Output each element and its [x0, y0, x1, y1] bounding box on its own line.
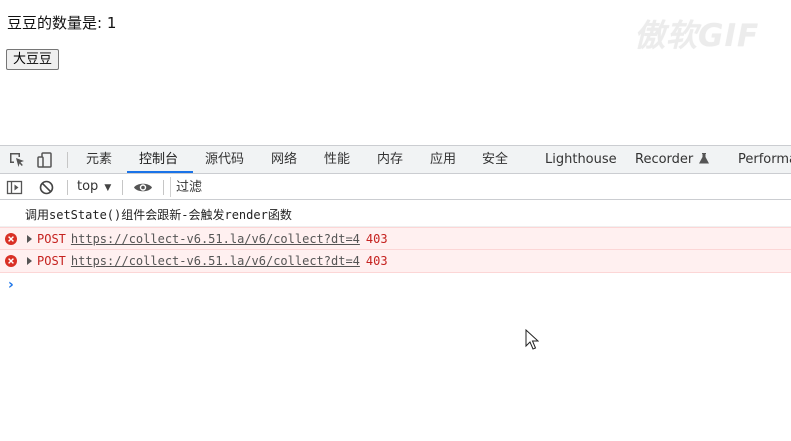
experiment-flask-icon — [699, 153, 710, 164]
tab-application[interactable]: 应用 — [430, 146, 456, 174]
tab-lighthouse[interactable]: Lighthouse — [545, 146, 617, 174]
error-url-link[interactable]: https://collect-v6.51.la/v6/collect?dt=4 — [71, 254, 360, 268]
console-log-message: 调用setState()组件会跟新-会触发render函数 — [0, 204, 791, 227]
error-status: 403 — [365, 232, 388, 246]
inspect-element-icon[interactable] — [8, 151, 26, 169]
tab-recorder-label: Recorder — [635, 152, 694, 167]
tab-performance[interactable]: 性能 — [324, 146, 350, 174]
active-tab-indicator — [127, 171, 193, 173]
toolbar-separator — [122, 180, 123, 195]
console-output: 调用setState()组件会跟新-会触发render函数 POST https:… — [0, 204, 791, 295]
tab-performance-insights[interactable]: Performa — [738, 146, 791, 174]
watermark-logo: 傲软GIF — [634, 18, 760, 54]
context-selector-value: top — [77, 179, 99, 194]
dropdown-arrow-icon: ▼ — [104, 183, 112, 193]
prompt-chevron-icon: › — [8, 277, 14, 293]
big-bean-button[interactable]: 大豆豆 — [6, 49, 60, 70]
eye-icon[interactable] — [133, 179, 153, 196]
error-method: POST — [37, 254, 66, 268]
expand-arrow-icon[interactable] — [27, 235, 32, 243]
toolbar-separator — [163, 180, 164, 195]
console-prompt[interactable]: › — [0, 273, 791, 295]
console-error-row[interactable]: POST https://collect-v6.51.la/v6/collect?… — [0, 250, 791, 273]
error-icon — [5, 233, 17, 245]
devtools-tabbar: 元素 控制台 源代码 网络 性能 内存 应用 安全 Lighthouse Rec… — [0, 145, 791, 174]
tab-recorder[interactable]: Recorder — [635, 146, 710, 174]
error-icon — [5, 255, 17, 267]
mouse-cursor-icon — [525, 329, 539, 350]
tab-sources[interactable]: 源代码 — [205, 146, 244, 174]
error-url-link[interactable]: https://collect-v6.51.la/v6/collect?dt=4 — [71, 232, 360, 246]
log-message-text: 调用setState()组件会跟新-会触发render函数 — [25, 208, 292, 222]
tabbar-separator — [67, 152, 68, 168]
console-error-row[interactable]: POST https://collect-v6.51.la/v6/collect?… — [0, 227, 791, 250]
expand-arrow-icon[interactable] — [27, 257, 32, 265]
console-filter-input[interactable] — [170, 177, 788, 197]
device-toolbar-icon[interactable] — [36, 151, 54, 169]
context-selector[interactable]: top ▼ — [77, 175, 111, 199]
sidebar-toggle-icon[interactable] — [6, 179, 23, 196]
toolbar-separator — [67, 180, 68, 195]
console-toolbar: top ▼ — [0, 175, 791, 200]
devtools-panel: 元素 控制台 源代码 网络 性能 内存 应用 安全 Lighthouse Rec… — [0, 145, 791, 441]
tab-memory[interactable]: 内存 — [377, 146, 403, 174]
tab-network[interactable]: 网络 — [271, 146, 297, 174]
tab-security[interactable]: 安全 — [482, 146, 508, 174]
clear-console-icon[interactable] — [38, 179, 55, 196]
tab-elements[interactable]: 元素 — [86, 146, 112, 174]
bean-count-text: 豆豆的数量是: 1 — [7, 14, 117, 32]
error-status: 403 — [365, 254, 388, 268]
tab-console[interactable]: 控制台 — [139, 146, 178, 174]
error-method: POST — [37, 232, 66, 246]
